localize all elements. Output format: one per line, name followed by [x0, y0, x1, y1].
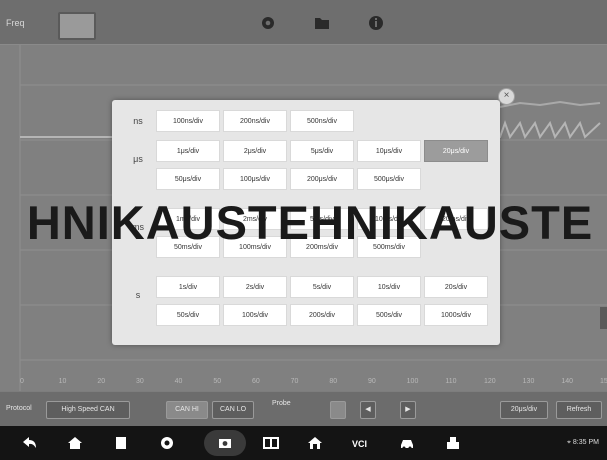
top-toolbar: Freq [0, 0, 607, 45]
timebase-option[interactable]: 50ms/div [156, 236, 220, 258]
timebase-option[interactable]: 2μs/div [223, 140, 287, 162]
x-tick-label: 10 [58, 378, 67, 385]
timebase-option[interactable]: 50s/div [156, 304, 220, 326]
x-axis-ticks: 0 10 20 30 40 50 60 70 80 90 100 110 120 130 140 150 [20, 378, 607, 390]
timebase-option[interactable]: 5s/div [290, 276, 354, 298]
timebase-option[interactable]: 500μs/div [357, 168, 421, 190]
timebase-option[interactable]: 1ms/div [156, 208, 220, 230]
folder-icon[interactable] [312, 13, 332, 33]
probe-label: Probe [272, 400, 291, 407]
service-icon[interactable] [444, 434, 462, 452]
thumbnail-button[interactable] [58, 12, 96, 40]
home-icon[interactable] [66, 434, 84, 452]
x-tick-label: 150 [600, 378, 607, 385]
timebase-option[interactable]: 200μs/div [290, 168, 354, 190]
unit-label: ns [133, 116, 143, 126]
unit-label: s [135, 290, 141, 300]
timebase-option[interactable]: 500s/div [357, 304, 421, 326]
vehicle-icon[interactable] [398, 434, 416, 452]
multi-window-icon[interactable] [262, 434, 280, 452]
x-tick-label: 60 [252, 378, 260, 385]
back-icon[interactable] [20, 434, 38, 452]
timebase-group-μs: μs 1μs/div 2μs/div 5μs/div 10μs/div 20μs/div 5… [120, 140, 494, 196]
timebase-option[interactable]: 20μs/div [424, 140, 488, 162]
toolbar-title: Freq [6, 18, 25, 28]
status-bar-info: ⌖ 8:35 PM [567, 439, 599, 446]
timebase-option[interactable]: 1000s/div [424, 304, 488, 326]
timebase-option[interactable]: 200ms/div [290, 236, 354, 258]
timebase-option[interactable]: 1μs/div [156, 140, 220, 162]
timebase-selector-dialog: ns 100ns/div 200ns/div 500ns/div μs 1μs/div 2μ… [112, 100, 500, 345]
vci-icon[interactable]: VCI [352, 434, 370, 452]
timebase-option[interactable]: 10μs/div [357, 140, 421, 162]
x-tick-label: 30 [136, 378, 144, 385]
x-tick-label: 120 [484, 378, 496, 385]
x-tick-label: 40 [174, 378, 183, 385]
timebase-option[interactable]: 500ns/div [290, 110, 354, 132]
scope-side-handle [600, 307, 607, 329]
unit-label: μs [133, 154, 143, 164]
timebase-group-ms: ms 1ms/div 2ms/div 5ms/div 10ms/div 20ms/div 5… [120, 208, 494, 264]
timebase-option[interactable]: 5μs/div [290, 140, 354, 162]
prev-button[interactable]: ◀ [360, 401, 376, 419]
x-tick-label: 70 [290, 378, 299, 385]
timebase-option[interactable]: 10s/div [357, 276, 421, 298]
timebase-option[interactable]: 20ms/div [424, 208, 488, 230]
close-icon[interactable]: × [498, 88, 515, 105]
screenshot-icon[interactable] [204, 430, 246, 456]
channel-b-button[interactable]: CAN LO [212, 401, 254, 419]
system-navbar: VCI ⌖ 8:35 PM [0, 426, 607, 460]
waveform-channel-2 [499, 100, 601, 108]
refresh-button[interactable]: Refresh [556, 401, 602, 419]
timebase-option[interactable]: 100ms/div [223, 236, 287, 258]
timebase-option[interactable]: 10ms/div [357, 208, 421, 230]
svg-text:VCI: VCI [352, 439, 367, 449]
timebase-option[interactable]: 2ms/div [223, 208, 287, 230]
timebase-option[interactable]: 100s/div [223, 304, 287, 326]
timebase-option[interactable]: 200s/div [290, 304, 354, 326]
timebase-group-s: s 1s/div 2s/div 5s/div 10s/div 20s/div 50s/div… [120, 276, 494, 332]
timebase-option[interactable]: 100ns/div [156, 110, 220, 132]
x-tick-label: 90 [368, 378, 376, 385]
x-tick-label: 110 [445, 378, 457, 385]
timebase-group-ns: ns 100ns/div 200ns/div 500ns/div [120, 110, 494, 138]
recent-apps-icon[interactable] [112, 434, 130, 452]
probe-toggle[interactable] [330, 401, 346, 419]
timebase-option[interactable]: 5ms/div [290, 208, 354, 230]
timebase-button[interactable]: 20μs/div [500, 401, 548, 419]
x-tick-label: 130 [522, 378, 535, 385]
x-tick-label: 20 [97, 378, 106, 385]
channel-a-button[interactable]: CAN HI [166, 401, 208, 419]
timebase-option[interactable]: 100μs/div [223, 168, 287, 190]
x-tick-label: 140 [561, 378, 574, 385]
unit-label: ms [132, 222, 144, 232]
timebase-option[interactable]: 200ns/div [223, 110, 287, 132]
timebase-option[interactable]: 1s/div [156, 276, 220, 298]
info-icon[interactable] [366, 13, 386, 33]
settings-icon[interactable] [258, 13, 278, 33]
timebase-option[interactable]: 20s/div [424, 276, 488, 298]
next-button[interactable]: ▶ [400, 401, 416, 419]
bottom-controls: Protocol High Speed CAN CAN HI CAN LO Pr… [0, 392, 607, 426]
x-tick-label: 0 [20, 378, 24, 385]
x-tick-label: 100 [406, 378, 419, 385]
timebase-option[interactable]: 2s/div [223, 276, 287, 298]
x-tick-label: 50 [213, 378, 222, 385]
vci-home-icon[interactable] [306, 434, 324, 452]
timebase-option[interactable]: 50μs/div [156, 168, 220, 190]
timebase-option[interactable]: 500ms/div [357, 236, 421, 258]
x-tick-label: 80 [329, 378, 338, 385]
protocol-select[interactable]: High Speed CAN [46, 401, 130, 419]
protocol-label: Protocol [6, 405, 32, 412]
browser-icon[interactable] [158, 434, 176, 452]
